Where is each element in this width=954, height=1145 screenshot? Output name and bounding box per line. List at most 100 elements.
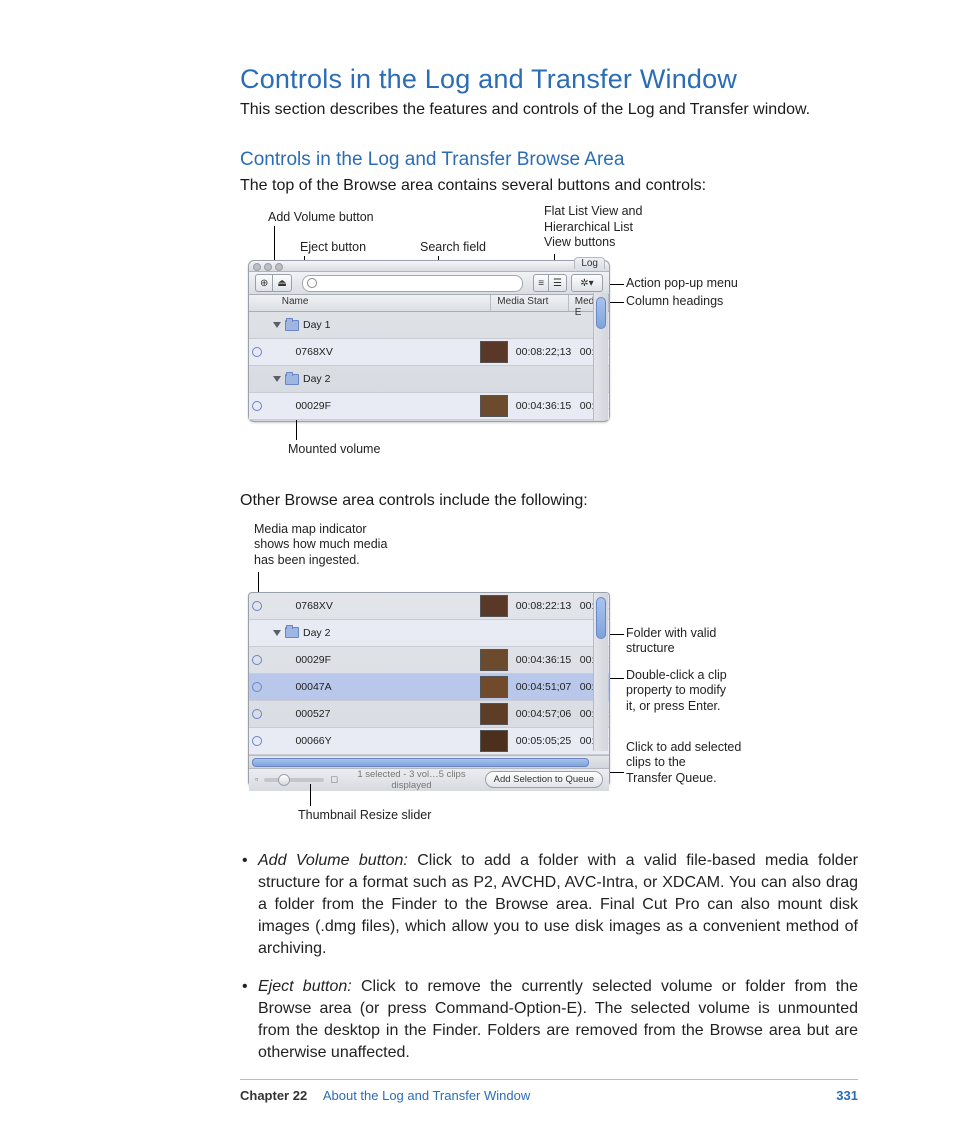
list-item-folder[interactable]: Day 2	[249, 366, 609, 393]
browse-rows: 0768XV 00:08:22:13 00:00: Day 2 00029F 0…	[249, 593, 609, 755]
callout-view-buttons: Flat List View and Hierarchical List Vie…	[544, 204, 642, 251]
vertical-scrollbar[interactable]	[593, 293, 608, 420]
flat-list-view-button[interactable]: ≡	[533, 274, 548, 292]
window-traffic-lights[interactable]	[253, 263, 283, 271]
column-headings-row[interactable]: Name Media Start Media E	[249, 295, 609, 312]
list-item-clip[interactable]: 00066Y 00:05:05;25 00:00:	[249, 728, 609, 755]
callout-column-headings: Column headings	[626, 294, 723, 310]
clip-label: 00066Y	[295, 735, 331, 747]
heading-browse-area: Controls in the Log and Transfer Browse …	[240, 149, 858, 171]
folder-icon	[285, 374, 299, 385]
clip-label: 00047A	[295, 681, 331, 693]
browse-toolbar: ⊕ ⏏ ≡ ☰ ✲▾	[249, 272, 609, 295]
chevron-down-icon[interactable]	[273, 376, 281, 382]
add-volume-button[interactable]: ⊕	[255, 274, 272, 292]
footer-chapter: Chapter 22	[240, 1088, 307, 1103]
window-titlebar: Log	[249, 261, 609, 272]
callout-eject: Eject button	[300, 240, 366, 256]
footer-page-number: 331	[836, 1088, 858, 1103]
clip-media-start[interactable]: 00:04:36:15	[508, 400, 580, 412]
clip-thumbnail	[480, 676, 508, 698]
term-eject: Eject button:	[258, 978, 352, 995]
list-item-clip[interactable]: 000527 00:04:57;06 00:00:	[249, 701, 609, 728]
other-controls-text: Other Browse area controls include the f…	[240, 490, 858, 512]
list-item-clip[interactable]: 0768XV 00:08:22;13 00:00:	[249, 339, 609, 366]
chevron-down-icon[interactable]	[273, 630, 281, 636]
list-item-clip[interactable]: 00029F 00:04:36:15 00:00:	[249, 647, 609, 674]
footer-title: About the Log and Transfer Window	[323, 1088, 530, 1103]
browse-rows: Day 1 0768XV 00:08:22;13 00:00: Day 2 00…	[249, 312, 609, 420]
thumbnail-large-icon: ◻	[330, 774, 338, 785]
callout-thumb-slider: Thumbnail Resize slider	[298, 808, 431, 824]
callout-add-queue: Click to add selected clips to the Trans…	[626, 740, 741, 787]
ingest-indicator-icon	[252, 401, 262, 411]
clip-label: 00029F	[295, 654, 331, 666]
browse-panel: Log ⊕ ⏏ ≡ ☰ ✲▾ Name Media Start Media E	[248, 260, 610, 422]
callout-mounted-volume: Mounted volume	[288, 442, 380, 458]
description-list: Add Volume button: Click to add a folder…	[240, 850, 858, 1065]
heading-main: Controls in the Log and Transfer Window	[240, 64, 858, 95]
clip-label: 000527	[295, 708, 330, 720]
folder-icon	[285, 320, 299, 331]
horizontal-scrollbar[interactable]	[249, 755, 609, 768]
ingest-indicator-icon	[252, 655, 262, 665]
figure-browse-other: Media map indicator shows how much media…	[240, 522, 858, 832]
clip-media-start[interactable]: 00:04:36:15	[508, 654, 580, 666]
folder-label: Day 1	[303, 319, 330, 331]
clip-thumbnail	[480, 730, 508, 752]
callout-search: Search field	[420, 240, 486, 256]
figure-browse-top: Add Volume button Eject button Search fi…	[240, 210, 858, 460]
search-input[interactable]	[302, 275, 523, 292]
clip-media-start[interactable]: 00:08:22:13	[508, 600, 580, 612]
list-item-folder[interactable]: Day 1	[249, 312, 609, 339]
clip-media-start[interactable]: 00:04:57;06	[508, 708, 580, 720]
callout-action-menu: Action pop-up menu	[626, 276, 738, 292]
folder-label: Day 2	[303, 373, 330, 385]
ingest-indicator-icon	[252, 736, 262, 746]
desc-add-volume: Add Volume button: Click to add a folder…	[240, 850, 858, 960]
browse-bottom-bar: ▫ ◻ 1 selected - 3 vol…5 clips displayed…	[249, 768, 609, 791]
thumbnail-resize-slider[interactable]	[264, 778, 324, 782]
ingest-indicator-icon	[252, 347, 262, 357]
clip-thumbnail	[480, 395, 508, 417]
callout-add-volume: Add Volume button	[268, 210, 374, 226]
eject-button[interactable]: ⏏	[272, 274, 291, 292]
thumbnail-small-icon: ▫	[255, 774, 258, 785]
page-footer: Chapter 22 About the Log and Transfer Wi…	[240, 1079, 858, 1103]
clip-thumbnail	[480, 703, 508, 725]
clip-label: 00029F	[295, 400, 331, 412]
ingest-indicator-icon	[252, 709, 262, 719]
desc-eject: Eject button: Click to remove the curren…	[240, 976, 858, 1064]
status-text: 1 selected - 3 vol…5 clips displayed	[344, 769, 478, 791]
clip-media-start[interactable]: 00:08:22;13	[508, 346, 580, 358]
add-selection-to-queue-button[interactable]: Add Selection to Queue	[485, 771, 603, 788]
list-item-clip[interactable]: 00029F 00:04:36:15 00:00:	[249, 393, 609, 420]
clip-thumbnail	[480, 649, 508, 671]
clip-thumbnail	[480, 341, 508, 363]
list-item-clip[interactable]: 00047A 00:04:51;07 00:00:	[249, 674, 609, 701]
col-media-start[interactable]: Media Start	[491, 295, 568, 311]
browse-panel-lower: 0768XV 00:08:22:13 00:00: Day 2 00029F 0…	[248, 592, 610, 786]
ingest-indicator-icon	[252, 601, 262, 611]
ingest-indicator-icon	[252, 682, 262, 692]
folder-icon	[285, 627, 299, 638]
folder-label: Day 2	[303, 627, 330, 639]
callout-folder-valid: Folder with valid structure	[626, 626, 716, 657]
heading-main-description: This section describes the features and …	[240, 99, 858, 121]
chevron-down-icon[interactable]	[273, 322, 281, 328]
clip-thumbnail	[480, 595, 508, 617]
heading-browse-description: The top of the Browse area contains seve…	[240, 175, 858, 197]
term-add-volume: Add Volume button:	[258, 852, 408, 869]
tab-log[interactable]: Log	[574, 257, 605, 269]
clip-label: 0768XV	[295, 346, 332, 358]
col-name[interactable]: Name	[276, 295, 492, 311]
list-item-folder[interactable]: Day 2	[249, 620, 609, 647]
clip-media-start[interactable]: 00:04:51;07	[508, 681, 580, 693]
callout-media-map: Media map indicator shows how much media…	[254, 522, 387, 569]
clip-media-start[interactable]: 00:05:05;25	[508, 735, 580, 747]
hierarchical-list-view-button[interactable]: ☰	[548, 274, 567, 292]
vertical-scrollbar[interactable]	[593, 593, 608, 751]
action-popup-button[interactable]: ✲▾	[571, 274, 603, 292]
list-item-clip[interactable]: 0768XV 00:08:22:13 00:00:	[249, 593, 609, 620]
callout-double-click: Double-click a clip property to modify i…	[626, 668, 727, 715]
